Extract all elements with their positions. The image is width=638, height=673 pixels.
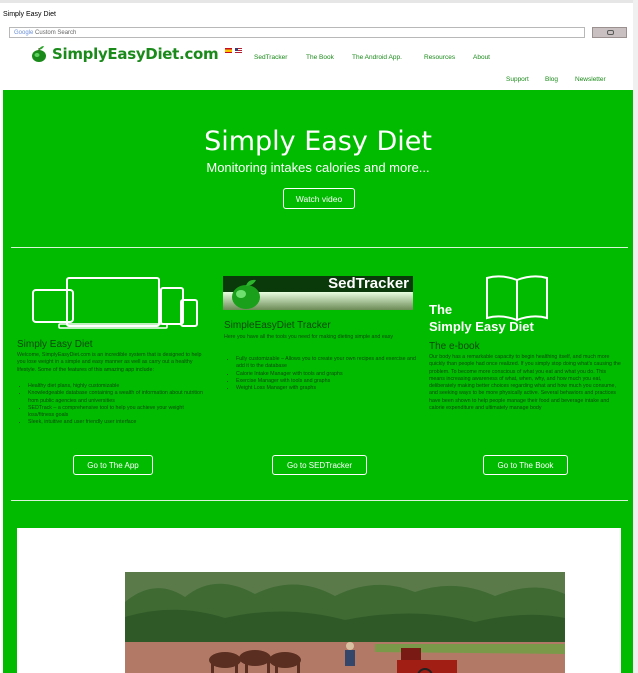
apple-icon [232,279,260,309]
col1-text: Welcome, SimplyEasyDiet.com is an incred… [17,352,202,373]
search-brand: Google [14,30,34,36]
nav-blog[interactable]: Blog [545,76,558,83]
list-item: Exercise Manager with tools and graphs [236,378,417,385]
hero-title: Simply Easy Diet [204,126,432,157]
book-title-line1: The [429,302,453,317]
divider-bottom [11,500,628,501]
farm-photo [125,572,565,673]
col3-text: Our body has a remarkable capacity to be… [429,354,621,412]
search-placeholder: Custom Search [35,30,77,36]
list-item: Sleek, intuitive and user friendly user … [28,419,209,426]
list-item: SEDTrack – a comprehensive tool to help … [28,405,209,420]
search-box[interactable]: Google Custom Search [9,27,585,38]
nav-support[interactable]: Support [506,76,529,83]
hero-subtitle: Monitoring intakes calories and more... [206,160,430,175]
col3-heading: The e-book [429,341,480,352]
col1-bullets: Healthy diet plans, highly customizable … [19,383,209,427]
spain-flag-icon[interactable] [225,48,232,53]
devices-icon [29,276,201,337]
col1-heading: Simply Easy Diet [17,339,93,350]
go-to-sedtracker-button[interactable]: Go to SEDTracker [272,455,367,475]
divider-top [11,247,628,248]
sedtracker-banner: SedTracker [223,275,413,314]
col2-text: Here you have all the tools you need for… [224,334,394,340]
search-label: Google Custom Search [14,30,76,36]
us-flag-icon[interactable] [235,48,242,53]
watch-video-button[interactable]: Watch video [283,188,355,209]
book-title-line2: Simply Easy Diet [429,319,534,334]
nav-about[interactable]: About [473,54,490,61]
window-title: Simply Easy Diet [3,11,56,18]
list-item: Fully customizable – Allows you to creat… [236,356,417,371]
search-icon [607,30,614,35]
list-item: Knowledgeable database containing a weal… [28,390,209,405]
scrollbar[interactable] [633,0,638,673]
nav-the-book[interactable]: The Book [306,54,334,61]
photo-panel [17,528,621,673]
nav-sedtracker[interactable]: SedTracker [254,54,287,61]
col2-bullets: Fully customizable – Allows you to creat… [227,356,417,392]
site-logo[interactable]: SimplyEasyDiet.com [30,45,219,63]
col2-heading: SimpleEasyDiet Tracker [224,320,331,331]
nav-resources[interactable]: Resources [424,54,455,61]
go-to-book-button[interactable]: Go to The Book [483,455,568,475]
top-edge [0,0,638,3]
sedtracker-banner-title: SedTracker [328,275,409,292]
language-flags [225,48,242,53]
hero-section: Simply Easy Diet Monitoring intakes calo… [3,90,633,673]
apple-logo-icon [30,45,50,63]
list-item: Calorie Intake Manager with tools and gr… [236,371,417,378]
logo-text: SimplyEasyDiet.com [52,45,219,63]
list-item: Healthy diet plans, highly customizable [28,383,209,390]
nav-newsletter[interactable]: Newsletter [575,76,606,83]
go-to-app-button[interactable]: Go to The App [73,455,153,475]
nav-android-app[interactable]: The Android App. [352,54,402,61]
search-button[interactable] [592,27,627,38]
list-item: Weight Loss Manager with graphs [236,385,417,392]
